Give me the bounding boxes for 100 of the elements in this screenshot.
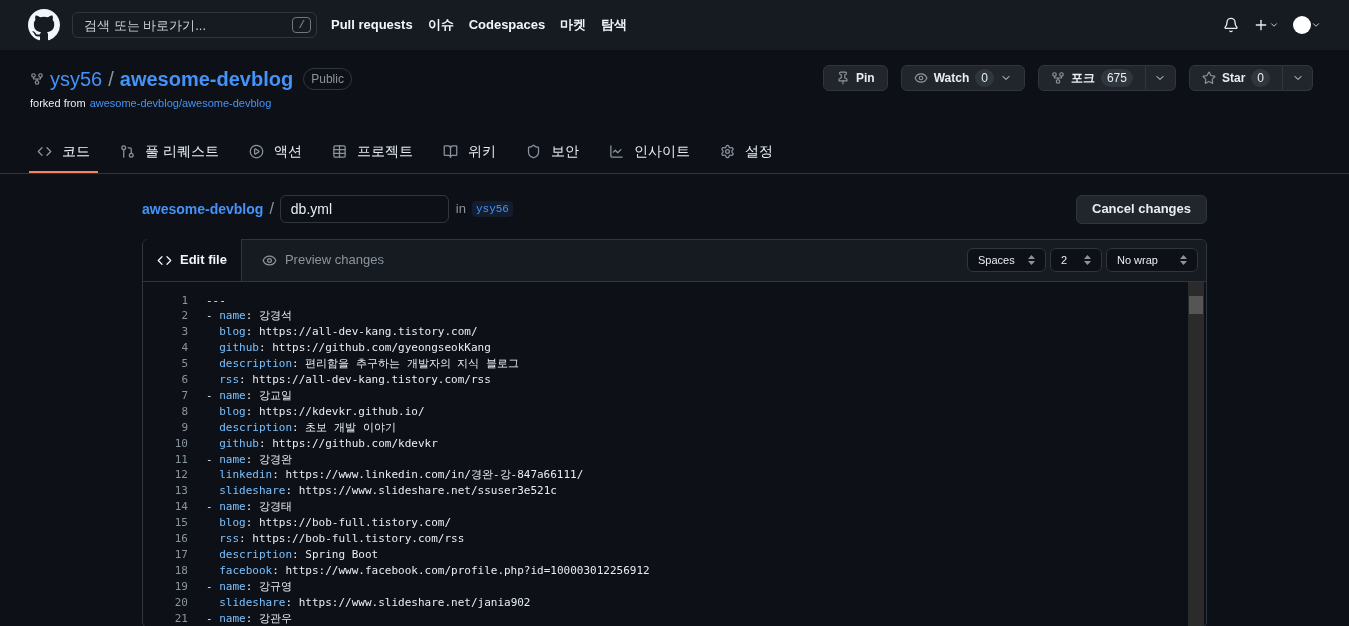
forked-from-text: forked from xyxy=(30,96,86,111)
filename-field[interactable]: db.yml xyxy=(279,195,449,223)
yaml-colon: : xyxy=(272,562,279,579)
plus-icon[interactable] xyxy=(1253,17,1269,33)
updown-icon xyxy=(1028,255,1035,265)
nav-link[interactable]: 탐색 xyxy=(601,15,628,35)
line-number: 18 xyxy=(173,562,188,579)
caret-icon[interactable] xyxy=(1269,20,1279,30)
yaml-key: github xyxy=(219,340,259,357)
yaml-value: https://www.linkedin.com/in/경완-강-847a66111/ xyxy=(285,467,584,484)
yaml-value: 편리함을 추구하는 개발자의 지식 블로그 xyxy=(305,356,519,373)
table-icon xyxy=(331,144,347,159)
yaml-value: 강경완 xyxy=(258,451,292,468)
fork-icon xyxy=(30,72,44,86)
nav-link[interactable]: Codespaces xyxy=(468,15,546,35)
select-dropdown[interactable]: 2 xyxy=(1050,248,1102,272)
line-number: 15 xyxy=(173,515,188,532)
forked-from-link[interactable]: awesome-devblog/awesome-devblog xyxy=(89,95,272,112)
fork-button[interactable]: 포크 675 xyxy=(1037,65,1146,91)
yaml-value: https://github.com/kdevkr xyxy=(272,435,438,452)
editor-tab[interactable]: Edit file xyxy=(143,239,242,281)
yaml-colon: : xyxy=(245,324,253,341)
select-dropdown[interactable]: No wrap xyxy=(1106,248,1198,272)
yaml-colon: : xyxy=(245,515,253,532)
counter: 0 xyxy=(1251,69,1270,87)
yaml-key: description xyxy=(219,419,293,436)
yaml-value: https://bob-full.tistory.com/rss xyxy=(252,531,465,547)
yaml-colon: : xyxy=(292,547,299,563)
yaml-key: name xyxy=(219,499,246,516)
yaml-value: 강규영 xyxy=(258,578,292,595)
yaml-value: 강교일 xyxy=(258,387,292,404)
editor-tab[interactable]: Preview changes xyxy=(241,239,404,281)
scrollbar-thumb[interactable] xyxy=(1189,295,1203,314)
tab[interactable]: 프로젝트 xyxy=(323,132,421,173)
list-dash: - xyxy=(206,610,213,626)
line-number: 17 xyxy=(173,547,188,563)
yaml-value: https://www.facebook.com/profile.php?id=100003012256912 xyxy=(285,562,650,579)
yaml-key: name xyxy=(219,610,246,626)
code-text: --- xyxy=(206,292,226,309)
nav-link[interactable]: Pull requests xyxy=(331,15,413,35)
select-dropdown[interactable]: Spaces xyxy=(967,248,1046,272)
yaml-key: slideshare xyxy=(219,594,286,611)
yaml-value: 강경태 xyxy=(258,499,292,516)
line-number: 10 xyxy=(173,435,188,452)
repo-name-link[interactable]: awesome-devblog xyxy=(119,64,294,94)
star-icon xyxy=(1201,71,1216,85)
yaml-colon: : xyxy=(259,435,266,452)
github-logo-icon[interactable] xyxy=(28,9,60,41)
cancel-changes-button[interactable]: Cancel changes xyxy=(1076,194,1207,224)
line-number: 11 xyxy=(173,451,188,468)
line-number: 4 xyxy=(180,340,188,357)
tab[interactable]: 액션 xyxy=(240,132,310,173)
path-separator: / xyxy=(108,67,114,92)
nav-link[interactable]: 마켓 xyxy=(560,15,587,35)
tab[interactable]: 위키 xyxy=(434,132,504,173)
eye-icon xyxy=(261,252,277,268)
avatar[interactable] xyxy=(1293,16,1311,34)
line-number: 2 xyxy=(180,308,188,325)
yaml-colon: : xyxy=(245,403,253,420)
star-button[interactable]: Star 0 xyxy=(1188,65,1283,91)
nav-link[interactable]: 이슈 xyxy=(427,15,454,35)
yaml-colon: : xyxy=(239,372,246,388)
line-number: 20 xyxy=(173,594,188,611)
tab[interactable]: 인사이트 xyxy=(600,132,698,173)
yaml-key: blog xyxy=(219,324,246,341)
owner-link[interactable]: ysy56 xyxy=(50,64,103,94)
yaml-key: facebook xyxy=(219,562,273,579)
notification-icon[interactable] xyxy=(1223,17,1239,33)
yaml-key: name xyxy=(219,578,246,595)
yaml-key: blog xyxy=(219,403,246,420)
line-number: 12 xyxy=(173,467,188,484)
tab[interactable]: 보안 xyxy=(517,132,587,173)
line-number: 13 xyxy=(173,483,188,500)
line-number: 14 xyxy=(173,499,188,516)
list-dash: - xyxy=(206,578,213,595)
settings-icon xyxy=(719,144,735,159)
tab[interactable]: 설정 xyxy=(711,132,781,173)
yaml-value: 강경석 xyxy=(258,308,292,325)
in-label: in xyxy=(455,200,466,219)
line-number: 7 xyxy=(180,387,188,404)
yaml-value: https://bob-full.tistory.com/ xyxy=(258,515,452,532)
yaml-value: https://kdevkr.github.io/ xyxy=(258,403,425,420)
yaml-colon: : xyxy=(245,499,253,516)
pin-button[interactable]: Pin xyxy=(823,65,888,91)
yaml-colon: : xyxy=(292,419,299,436)
line-number: 16 xyxy=(173,531,188,547)
line-number: 3 xyxy=(180,324,188,341)
watch-button[interactable]: Watch 0 xyxy=(900,65,1025,91)
eye-icon xyxy=(913,71,928,85)
shield-icon xyxy=(525,144,541,159)
line-number: 6 xyxy=(180,372,188,388)
yaml-colon: : xyxy=(245,451,253,468)
tab[interactable]: 코드 xyxy=(29,132,98,173)
list-dash: - xyxy=(206,499,213,516)
yaml-value: https://www.slideshare.net/ssuser3e521c xyxy=(298,483,557,500)
tab[interactable]: 풀 리퀘스트 xyxy=(112,132,227,173)
yaml-colon: : xyxy=(245,387,253,404)
caret-icon[interactable] xyxy=(1311,20,1321,30)
line-number: 5 xyxy=(180,356,188,373)
repo-link[interactable]: awesome-devblog xyxy=(142,198,264,220)
